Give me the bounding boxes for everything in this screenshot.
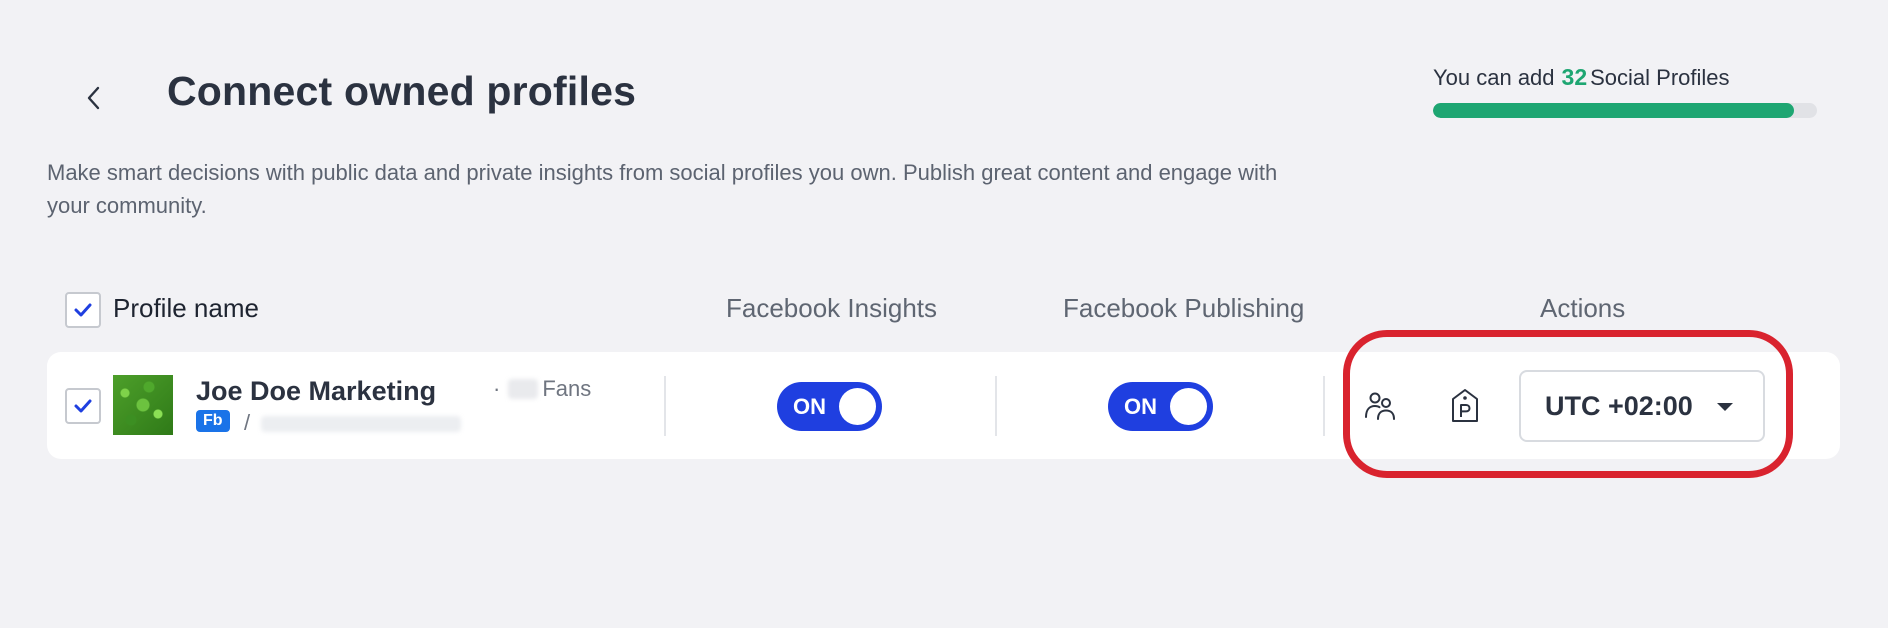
profile-url-prefix: / <box>244 410 251 435</box>
toggle-knob <box>1170 388 1207 425</box>
page-title: Connect owned profiles <box>167 68 637 114</box>
quota-progress-fill <box>1433 103 1794 118</box>
facebook-insights-toggle[interactable]: ON <box>777 382 882 431</box>
profile-avatar <box>113 375 173 435</box>
toggle-label: ON <box>793 394 826 419</box>
connect-profiles-page: Connect owned profiles Make smart decisi… <box>0 0 1888 628</box>
back-button[interactable] <box>72 76 116 120</box>
caret-down-icon <box>1717 403 1733 411</box>
column-header-facebook-insights: Facebook Insights <box>726 293 938 323</box>
users-icon <box>1365 392 1395 420</box>
quota-text: You can add 32 Social Profiles <box>1433 64 1817 91</box>
toggle-knob <box>839 388 876 425</box>
column-header-profile-name: Profile name <box>113 293 259 323</box>
toggle-label: ON <box>1124 394 1157 419</box>
checkmark-icon <box>74 399 92 413</box>
table-row: Joe Doe Marketing · Fans Fb / ON ON UTC … <box>47 352 1840 459</box>
facebook-badge: Fb <box>196 410 230 432</box>
profile-url-redacted <box>261 416 461 432</box>
column-divider <box>664 376 666 436</box>
profile-fans: · Fans <box>493 376 591 402</box>
quota-progress-bar <box>1433 103 1817 118</box>
tag-p-icon <box>1452 389 1478 422</box>
timezone-value: UTC +02:00 <box>1545 390 1693 421</box>
select-all-checkbox[interactable] <box>65 292 101 328</box>
profile-quota: You can add 32 Social Profiles <box>1433 64 1817 118</box>
facebook-publishing-toggle[interactable]: ON <box>1108 382 1213 431</box>
chevron-left-icon <box>87 86 100 110</box>
fans-separator: · <box>493 376 501 401</box>
fans-count-redacted <box>508 379 539 399</box>
quota-suffix: Social Profiles <box>1590 65 1730 90</box>
fans-label: Fans <box>542 376 592 401</box>
column-header-actions: Actions <box>1540 293 1626 323</box>
quota-count: 32 <box>1561 64 1588 90</box>
manage-users-button[interactable] <box>1357 382 1405 430</box>
page-description: Make smart decisions with public data an… <box>47 160 1278 218</box>
row-checkbox[interactable] <box>65 388 101 424</box>
timezone-select[interactable]: UTC +02:00 <box>1519 370 1765 442</box>
column-header-facebook-publishing: Facebook Publishing <box>1063 293 1305 323</box>
tag-profile-button[interactable] <box>1441 382 1489 430</box>
column-divider <box>1323 376 1325 436</box>
quota-prefix: You can add <box>1433 65 1555 90</box>
checkmark-icon <box>74 303 92 317</box>
column-divider <box>995 376 997 436</box>
profile-name: Joe Doe Marketing <box>196 376 437 406</box>
